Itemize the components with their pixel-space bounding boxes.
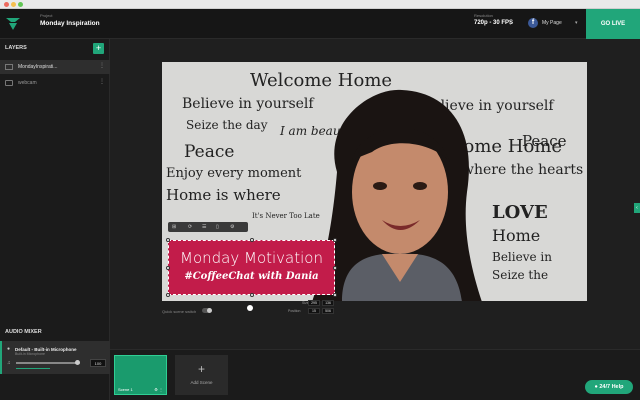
volume-value[interactable]: 100 (90, 359, 106, 367)
resize-handle[interactable] (250, 293, 254, 297)
more-options-icon[interactable]: ⋮ (99, 78, 105, 85)
wall-text: Peace (184, 142, 235, 162)
layer-toolbar: ⊞ ⟳ ☰ ▯ ⚙ (168, 222, 248, 232)
minimize-window-dot[interactable] (11, 2, 16, 7)
project-label: Project (40, 13, 53, 18)
resolution-select[interactable]: 720p - 30 FPS (474, 20, 513, 26)
audio-level-meter (16, 368, 50, 369)
quick-switch-label: Quick scene switch (162, 309, 197, 314)
expand-panel-icon[interactable]: ‹ (634, 203, 640, 213)
help-button[interactable]: ● 24/7 Help (585, 380, 633, 394)
layer-item[interactable]: MondayInspirati... ⋮ (0, 60, 110, 74)
webcam-layer-icon (5, 80, 13, 86)
lower-third-subtitle: #CoffeeChat with Dania (184, 271, 319, 282)
trash-icon[interactable]: ▯ (216, 224, 219, 230)
position-y-input[interactable]: 506 (322, 308, 334, 314)
layer-item[interactable]: webcam ⋮ (0, 76, 110, 90)
microphone-icon: ● (7, 346, 11, 352)
audio-source-row: ● Default - Built-in Microphone Built-in… (0, 341, 110, 374)
app-root: Project Monday Inspiration Resolution 72… (0, 0, 640, 400)
resolution-label: Resolution (474, 13, 493, 18)
layers-icon[interactable]: ☰ (202, 224, 206, 230)
project-name[interactable]: Monday Inspiration (40, 20, 100, 27)
more-options-icon[interactable]: ⋮ (99, 62, 105, 69)
plus-icon: + (197, 362, 205, 376)
layer-label: webcam (18, 80, 37, 86)
resize-handle[interactable] (333, 293, 337, 297)
resize-handle[interactable] (166, 238, 170, 242)
destination-page[interactable]: My Page (542, 20, 562, 26)
size-height-input[interactable]: 136 (322, 300, 334, 306)
resize-handle[interactable] (250, 238, 254, 242)
audio-mixer: AUDIO MIXER ● Default - Built-in Microph… (0, 329, 110, 400)
audio-mixer-title: AUDIO MIXER (5, 329, 42, 335)
wall-text: Seize the day (186, 118, 268, 132)
help-label: 24/7 Help (599, 384, 624, 390)
position-x-input[interactable]: 15 (308, 308, 320, 314)
left-panel: LAYERS + MondayInspirati... ⋮ webcam ⋮ A… (0, 39, 110, 400)
quick-switch-toggle[interactable] (202, 308, 212, 313)
scene-name: Scene 1 (118, 387, 133, 392)
rotate-handle-icon[interactable] (247, 305, 253, 311)
scene-thumbnail[interactable]: Scene 1 ⚙ ⋮ (114, 355, 167, 395)
layers-title: LAYERS (5, 45, 27, 51)
close-window-dot[interactable] (4, 2, 9, 7)
facebook-icon: f (528, 18, 538, 28)
wall-text: Home is where (166, 186, 281, 204)
wall-text: Peace (522, 132, 567, 150)
volume-slider[interactable] (16, 360, 80, 365)
app-logo-icon[interactable] (6, 17, 20, 31)
audio-device-subtitle: Built-in Microphone (15, 352, 45, 356)
resize-handle[interactable] (166, 266, 170, 270)
resize-handle[interactable] (333, 266, 337, 270)
lower-third-title: Monday Motivation (180, 249, 323, 267)
crop-icon[interactable]: ⊞ (172, 224, 176, 230)
volume-knob[interactable] (74, 360, 80, 365)
image-layer-icon (5, 64, 13, 70)
preview-canvas[interactable]: Welcome Home Believe in yourself Seize t… (162, 62, 587, 301)
position-label: Position (288, 309, 301, 313)
add-layer-button[interactable]: + (93, 43, 104, 54)
top-bar: Project Monday Inspiration Resolution 72… (0, 9, 640, 39)
size-width-input[interactable]: 295 (308, 300, 320, 306)
chevron-down-icon[interactable]: ▾ (575, 20, 578, 26)
rotate-icon[interactable]: ⟳ (188, 224, 192, 230)
lower-third-overlay[interactable]: Monday Motivation #CoffeeChat with Dania (166, 238, 337, 297)
browser-chrome (0, 0, 640, 9)
stage-area: Welcome Home Believe in yourself Seize t… (110, 39, 640, 349)
scenes-bar: Scene 1 ⚙ ⋮ + Add Scene (110, 349, 640, 400)
add-scene-label: Add Scene (190, 380, 213, 385)
chevron-down-icon[interactable]: ▾ (509, 21, 512, 27)
go-live-button[interactable]: GO LIVE (586, 9, 640, 39)
volume-fill (16, 362, 77, 364)
resize-handle[interactable] (333, 238, 337, 242)
scene-settings-icon[interactable]: ⚙ ⋮ (154, 387, 163, 392)
resize-handle[interactable] (166, 293, 170, 297)
speaker-icon[interactable]: ♫ (7, 360, 11, 366)
maximize-window-dot[interactable] (18, 2, 23, 7)
settings-icon[interactable]: ⚙ (230, 224, 234, 230)
layer-label: MondayInspirati... (18, 64, 58, 70)
add-scene-button[interactable]: + Add Scene (175, 355, 228, 395)
